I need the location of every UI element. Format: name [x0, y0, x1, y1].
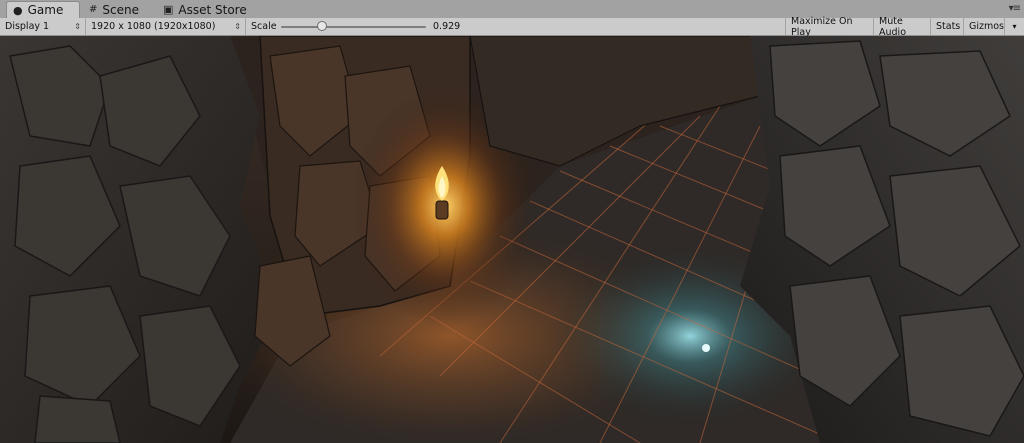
cave-scene-render — [0, 36, 1024, 443]
tab-menu-icon[interactable]: ▾≡ — [1009, 3, 1021, 14]
display-select-value: Display 1 — [5, 21, 50, 32]
game-viewport[interactable] — [0, 36, 1024, 443]
blue-light-orb — [702, 344, 710, 352]
updown-arrow-icon: ⇕ — [234, 22, 241, 31]
game-controller-icon: ● — [13, 3, 23, 17]
gizmos-button[interactable]: Gizmos — [963, 18, 1005, 35]
tab-bar: ● Game # Scene ▣ Asset Store ▾≡ — [0, 0, 1024, 18]
scene-icon: # — [89, 4, 98, 15]
scale-value: 0.929 — [428, 18, 478, 35]
bag-icon: ▣ — [163, 3, 174, 16]
tab-asset-store[interactable]: ▣ Asset Store — [157, 1, 257, 18]
resolution-select-value: 1920 x 1080 (1920x1080) — [91, 21, 216, 32]
game-view-toolbar: Display 1 ⇕ 1920 x 1080 (1920x1080) ⇕ Sc… — [0, 15, 1024, 38]
gizmos-dropdown[interactable]: ▾ — [1005, 18, 1024, 35]
maximize-on-play-button[interactable]: Maximize On Play — [785, 15, 873, 38]
scale-value-text: 0.929 — [433, 21, 461, 32]
gizmos-label: Gizmos — [969, 21, 1005, 32]
scale-label: Scale — [246, 18, 282, 35]
tab-scene[interactable]: # Scene — [83, 1, 147, 18]
scale-label-text: Scale — [251, 21, 277, 32]
mute-audio-button[interactable]: Mute Audio — [873, 15, 930, 38]
mute-audio-label: Mute Audio — [879, 15, 907, 38]
chevron-down-icon: ▾ — [1012, 22, 1017, 31]
stats-label: Stats — [936, 21, 961, 32]
tab-scene-label: Scene — [102, 2, 139, 17]
resolution-select[interactable]: 1920 x 1080 (1920x1080) ⇕ — [86, 18, 246, 35]
maximize-on-play-label: Maximize On Play — [791, 15, 853, 38]
unity-game-window: ● Game # Scene ▣ Asset Store ▾≡ Display … — [0, 0, 1024, 443]
scale-slider-thumb[interactable] — [317, 21, 328, 31]
tab-game[interactable]: ● Game — [6, 1, 80, 18]
tab-asset-store-label: Asset Store — [178, 2, 247, 17]
display-select[interactable]: Display 1 ⇕ — [0, 18, 86, 35]
scale-slider-track[interactable] — [281, 26, 426, 28]
tab-game-label: Game — [27, 3, 64, 17]
stats-button[interactable]: Stats — [930, 18, 963, 35]
updown-arrow-icon: ⇕ — [74, 22, 81, 31]
